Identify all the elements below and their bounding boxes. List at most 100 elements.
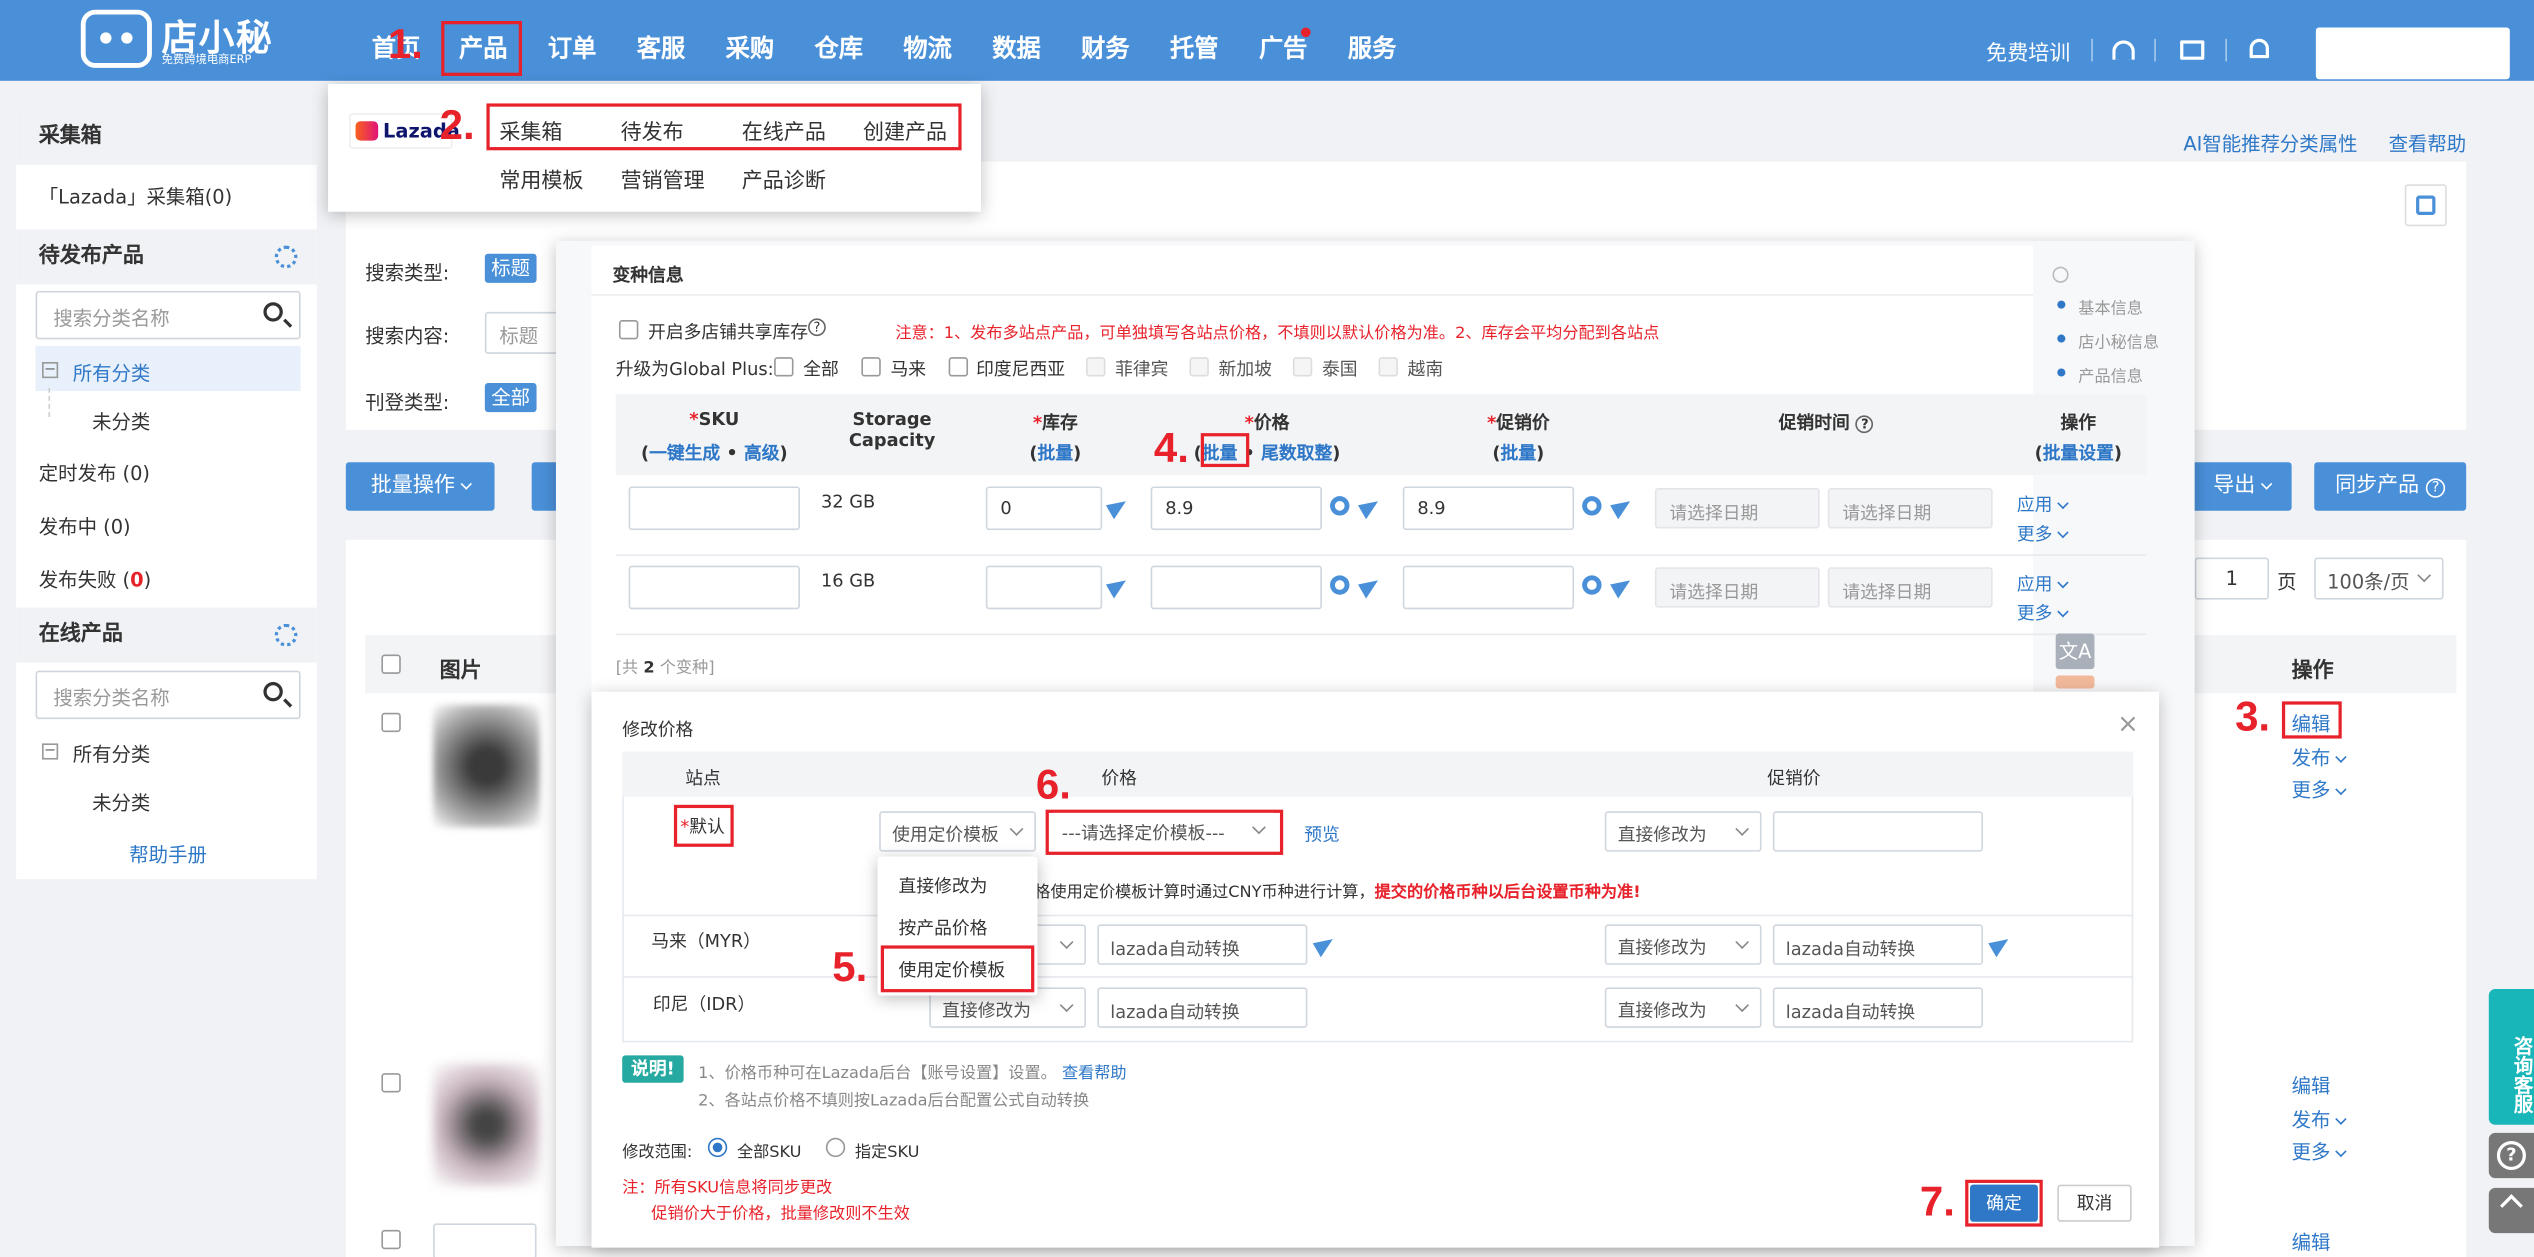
nav-services[interactable]: 服务 [1348,0,1397,81]
stock-batch-link[interactable]: 批量 [1038,443,1074,464]
sidebar-item-collect-box[interactable]: 「Lazada」采集箱(0) [16,165,317,230]
online-category-search-input[interactable]: 搜索分类名称 [35,670,301,720]
toc-basic-info[interactable]: 基本信息 [2078,294,2143,319]
stock-input[interactable] [985,565,1103,610]
promo-value-input[interactable] [1772,811,1983,852]
edit-link[interactable]: 编辑 [2292,1228,2331,1255]
nav-warehouse[interactable]: 仓库 [815,0,864,81]
send-icon[interactable] [1109,575,1128,594]
toc-top-icon[interactable] [2052,266,2069,283]
send-icon[interactable] [1613,575,1632,594]
back-to-top-button[interactable] [2488,1187,2534,1234]
scope-all-radio[interactable] [707,1137,728,1158]
sidebar-online-uncat[interactable]: 未分类 [92,789,150,816]
promo-batch-link[interactable]: 批量 [1501,443,1537,464]
site-my-price-input[interactable]: lazada自动转换 [1097,924,1308,965]
price-mode-select[interactable]: 使用定价模板 [879,811,1036,852]
nav-hosting[interactable]: 托管 [1170,0,1219,81]
scope-some-radio[interactable] [825,1137,846,1158]
apply-link[interactable]: 应用 [2017,491,2069,517]
help-manual-link[interactable]: 帮助手册 [129,840,207,867]
option-use-template[interactable]: 使用定价模板 [899,957,1006,983]
send-icon[interactable] [1316,934,1335,953]
gear-icon[interactable] [274,245,298,269]
send-icon[interactable] [1613,496,1632,515]
collapse-icon[interactable]: − [42,362,59,379]
help-icon[interactable]: ? [808,318,826,337]
nav-finance[interactable]: 财务 [1081,0,1130,81]
sidebar-item-publishing[interactable]: 发布中 (0) [39,512,131,539]
stock-input[interactable]: 0 [985,486,1103,531]
option-by-product-price[interactable]: 按产品价格 [899,915,988,941]
export-button[interactable]: 导出 [2191,462,2292,511]
option-direct-modify[interactable]: 直接修改为 [899,873,988,899]
gear-icon[interactable] [274,623,298,647]
sku-input[interactable] [628,486,800,531]
send-icon[interactable] [1361,575,1380,594]
close-icon[interactable]: × [2117,708,2139,739]
confirm-button[interactable]: 确定 [1970,1184,2038,1222]
search-icon[interactable] [263,681,283,702]
menu-diagnosis[interactable]: 产品诊断 [742,163,826,194]
nav-logistics[interactable]: 物流 [903,0,952,81]
edit-link[interactable]: 编辑 [2292,1071,2331,1098]
page-size-select[interactable]: 100条/页 [2314,557,2444,600]
region-checkbox-all[interactable] [774,357,794,377]
translate-icon[interactable]: 文A [2055,633,2095,670]
promo-start-date[interactable]: 请选择日期 [1654,488,1820,529]
price-input[interactable] [1150,565,1322,610]
sidebar-item-all-category[interactable]: 所有分类 [73,359,151,386]
row-checkbox[interactable] [381,1229,401,1250]
settings-icon[interactable] [1582,496,1602,516]
nav-purchase[interactable]: 采购 [726,0,775,81]
apply-link[interactable]: 应用 [2017,570,2069,596]
settings-icon[interactable] [1330,496,1350,516]
ai-category-link[interactable]: AI智能推荐分类属性 [2183,129,2357,156]
search-content-input[interactable]: 标题 [484,311,560,354]
cancel-button[interactable]: 取消 [2057,1184,2132,1222]
site-id-promo-input[interactable]: lazada自动转换 [1772,987,1983,1028]
more-link[interactable]: 更多 [2292,1138,2347,1165]
sync-products-button[interactable]: 同步产品 ? [2314,462,2467,511]
menu-templates[interactable]: 常用模板 [499,163,583,194]
lazada-logo[interactable]: Lazada [349,113,460,149]
user-account-box[interactable] [2315,27,2510,80]
toc-product-info[interactable]: 产品信息 [2078,362,2143,386]
preview-link[interactable]: 预览 [1304,821,1340,847]
page-number-input[interactable]: 1 [2194,557,2270,600]
pricing-template-select[interactable]: ---请选择定价模板--- [1050,812,1277,851]
settings-icon[interactable] [1330,575,1350,595]
logo[interactable]: 店小秘 免费跨境电商ERP [80,6,275,74]
toc-dxm-info[interactable]: 店小秘信息 [2078,328,2159,353]
menu-create-product[interactable]: 创建产品 [863,115,947,145]
row-checkbox[interactable] [381,1073,401,1093]
consult-service-button[interactable]: 咨询客服 [2488,989,2534,1125]
product-thumbnail[interactable] [433,1063,540,1187]
region-checkbox-id[interactable] [948,357,969,377]
nav-service[interactable]: 客服 [637,0,686,81]
sidebar-online-all[interactable]: 所有分类 [73,740,151,767]
row-checkbox[interactable] [381,712,401,733]
more-link[interactable]: 更多 [2017,600,2069,626]
tool-icon[interactable] [2055,675,2095,689]
menu-pending[interactable]: 待发布 [621,115,684,145]
sidebar-item-failed[interactable]: 发布失败 (0) [39,566,151,593]
more-link[interactable]: 更多 [2017,520,2069,546]
send-icon[interactable] [1109,496,1128,515]
nav-ads[interactable]: 广告 [1259,0,1308,81]
promo-end-date[interactable]: 请选择日期 [1827,567,1993,608]
menu-marketing[interactable]: 营销管理 [621,163,705,194]
more-link[interactable]: 更多 [2292,776,2347,803]
site-id-price-input[interactable]: lazada自动转换 [1097,987,1308,1028]
publish-link[interactable]: 发布 [2292,1105,2347,1132]
category-search-input[interactable]: 搜索分类名称 [35,290,301,340]
nav-orders[interactable]: 订单 [548,0,597,81]
product-thumbnail[interactable] [433,704,540,828]
sku-input[interactable] [628,565,800,610]
nav-data[interactable]: 数据 [992,0,1041,81]
promo-input[interactable] [1402,565,1575,610]
headset-icon[interactable] [2112,40,2135,60]
menu-collect-box[interactable]: 采集箱 [499,115,562,145]
price-input[interactable]: 8.9 [1150,486,1322,531]
site-my-promo-mode[interactable]: 直接修改为 [1604,924,1762,965]
